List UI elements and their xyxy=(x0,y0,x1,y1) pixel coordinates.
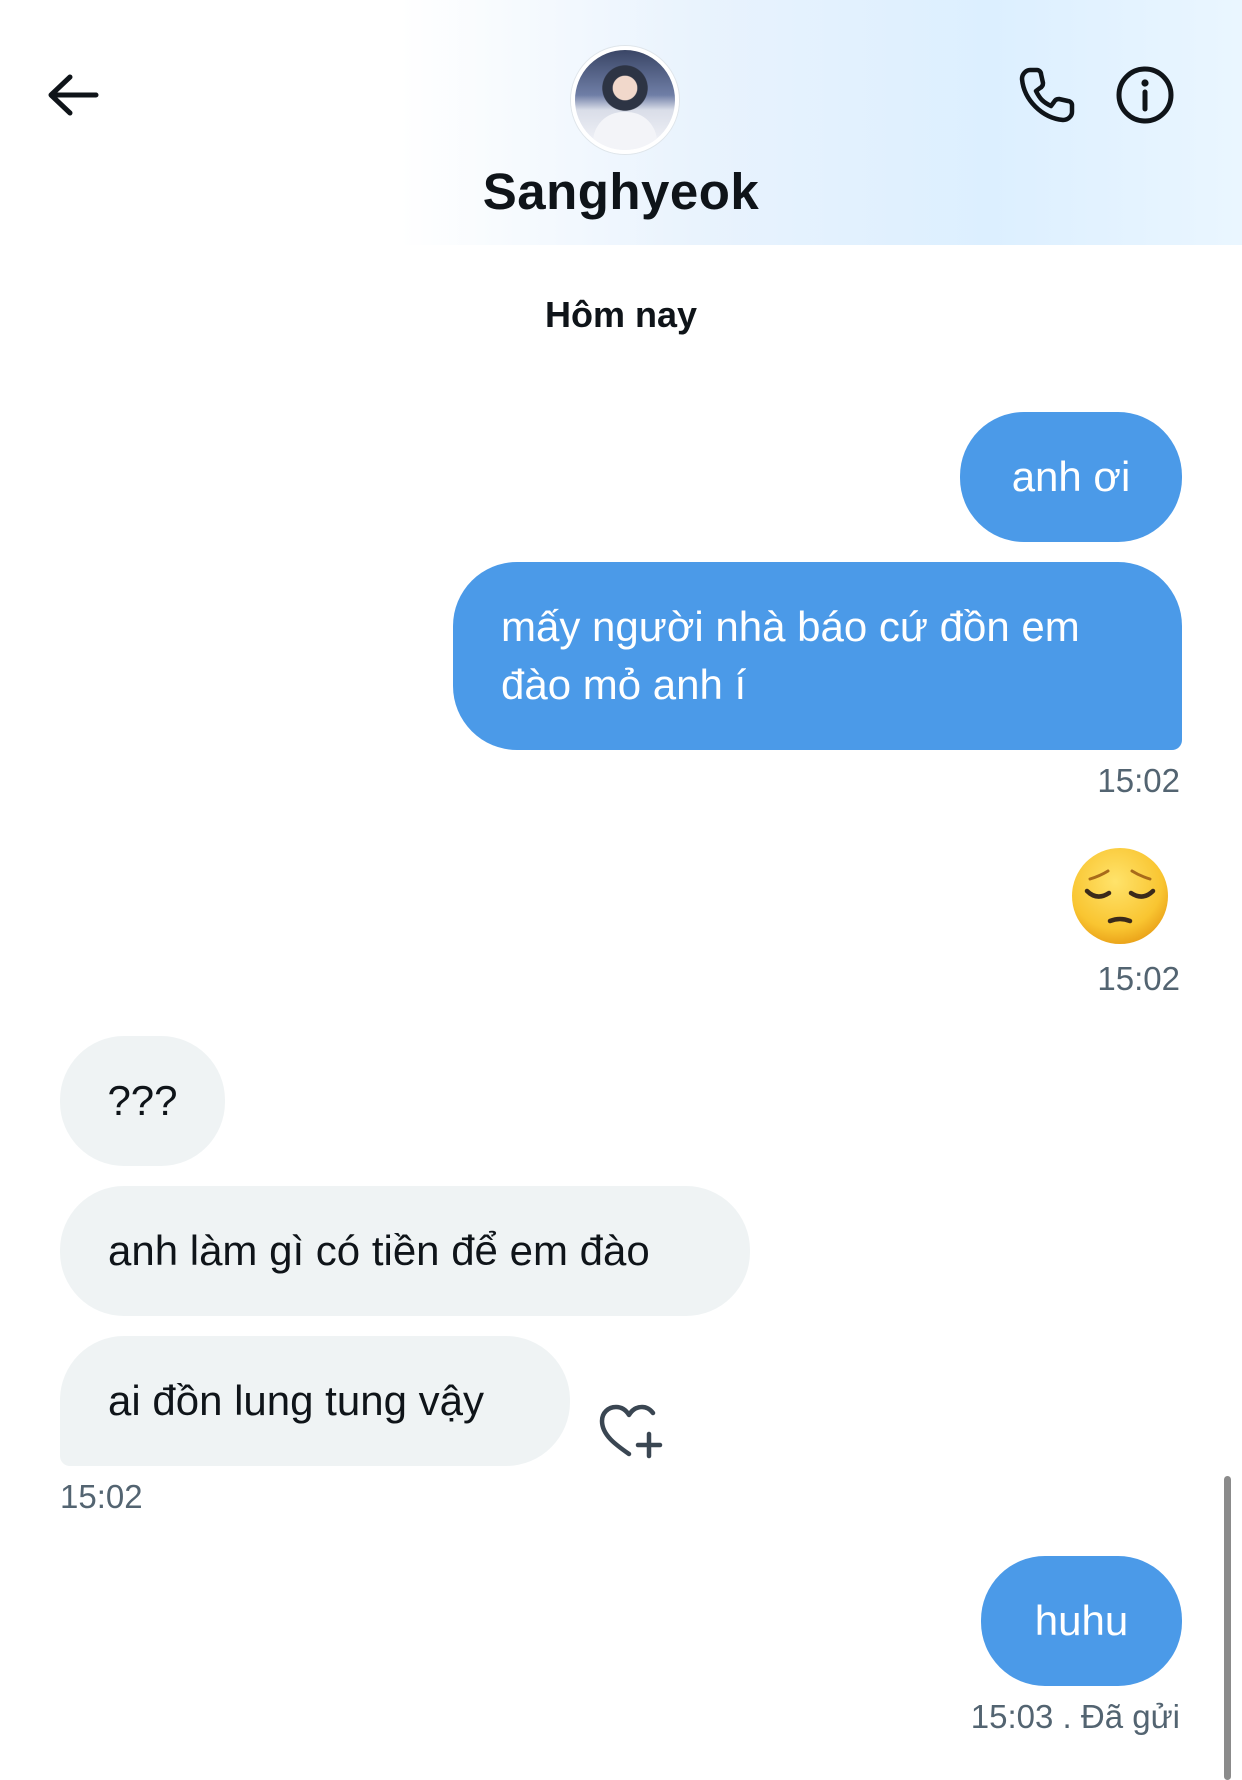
message-bubble-incoming[interactable]: ai đồn lung tung vậy xyxy=(60,1336,570,1466)
message-bubble-outgoing[interactable]: huhu xyxy=(981,1556,1182,1686)
date-separator: Hôm nay xyxy=(544,294,698,335)
scrollbar[interactable] xyxy=(1224,1476,1231,1780)
message-text: ??? xyxy=(107,1077,178,1124)
message-text: anh ơi xyxy=(1011,453,1131,500)
contact-name[interactable]: Sanghyeok xyxy=(0,162,1242,221)
avatar-figure xyxy=(593,112,657,150)
call-button[interactable] xyxy=(1012,60,1082,130)
contact-avatar[interactable] xyxy=(571,46,679,154)
info-button[interactable] xyxy=(1110,60,1180,130)
message-bubble-incoming[interactable]: anh làm gì có tiền để em đào xyxy=(60,1186,750,1316)
message-timestamp: 15:02 xyxy=(60,1478,143,1515)
arrow-left-icon xyxy=(48,74,99,116)
message-bubble-outgoing[interactable]: anh ơi xyxy=(960,412,1182,542)
message-text: ai đồn lung tung vậy xyxy=(108,1377,484,1424)
message-bubble-incoming[interactable]: ??? xyxy=(60,1036,225,1166)
message-timestamp: 15:02 xyxy=(1097,762,1180,799)
message-timestamp: 15:02 xyxy=(1097,960,1180,997)
info-icon xyxy=(1116,66,1174,124)
phone-icon xyxy=(1019,67,1075,123)
pensive-face-emoji[interactable] xyxy=(1070,846,1170,946)
message-text: huhu xyxy=(1034,1597,1129,1644)
back-button[interactable] xyxy=(40,70,106,120)
message-status: 15:03 . Đã gửi xyxy=(970,1698,1180,1735)
message-text: anh làm gì có tiền để em đào xyxy=(108,1227,650,1274)
message-bubble-outgoing[interactable]: mấy người nhà báo cứ đồn em đào mỏ anh í xyxy=(453,562,1182,750)
message-text: mấy người nhà báo cứ đồn em đào mỏ anh í xyxy=(501,603,1080,708)
conversation-header: Sanghyeok xyxy=(0,0,1242,245)
heart-plus-icon[interactable] xyxy=(596,1400,666,1460)
